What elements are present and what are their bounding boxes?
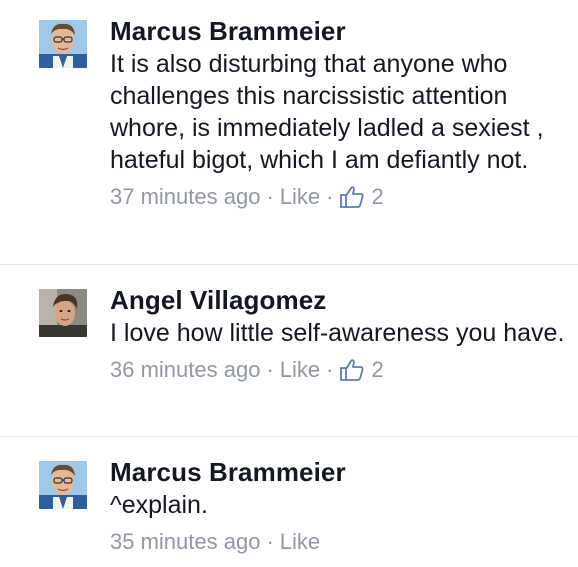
like-button[interactable]: Like xyxy=(280,527,320,557)
thumbs-up-icon xyxy=(339,185,365,209)
comment-author[interactable]: Angel Villagomez xyxy=(110,283,566,317)
comment-item: Marcus Brammeier It is also disturbing t… xyxy=(0,0,578,264)
like-count[interactable]: 2 xyxy=(371,355,383,385)
comment-thread: Marcus Brammeier It is also disturbing t… xyxy=(0,0,578,567)
like-count[interactable]: 2 xyxy=(371,182,383,212)
comment-meta: 36 minutes ago · Like · 2 xyxy=(110,355,566,385)
comment-text: ^explain. xyxy=(110,491,208,519)
comment-author[interactable]: Marcus Brammeier xyxy=(110,455,566,489)
separator: · xyxy=(266,184,274,209)
thumbs-up-icon xyxy=(339,358,365,382)
comment-meta: 37 minutes ago · Like · 2 xyxy=(110,182,566,212)
like-button[interactable]: Like xyxy=(280,355,320,385)
avatar[interactable] xyxy=(39,289,87,337)
comment-author[interactable]: Marcus Brammeier xyxy=(110,14,566,48)
comment-meta: 35 minutes ago · Like xyxy=(110,527,566,557)
comment-text: It is also disturbing that anyone who ch… xyxy=(110,50,544,174)
separator: · xyxy=(266,529,274,554)
separator: · xyxy=(326,184,334,209)
comment-timestamp[interactable]: 37 minutes ago xyxy=(110,182,260,212)
separator: · xyxy=(266,357,274,382)
like-button[interactable]: Like xyxy=(280,182,320,212)
comment-timestamp[interactable]: 35 minutes ago xyxy=(110,527,260,557)
avatar[interactable] xyxy=(39,20,87,68)
separator: · xyxy=(326,357,334,382)
comment-timestamp[interactable]: 36 minutes ago xyxy=(110,355,260,385)
comment-item: Angel Villagomez I love how little self-… xyxy=(0,265,578,436)
avatar[interactable] xyxy=(39,461,87,509)
comment-item: Marcus Brammeier ^explain. 35 minutes ag… xyxy=(0,437,578,567)
comment-text: I love how little self-awareness you hav… xyxy=(110,319,565,347)
